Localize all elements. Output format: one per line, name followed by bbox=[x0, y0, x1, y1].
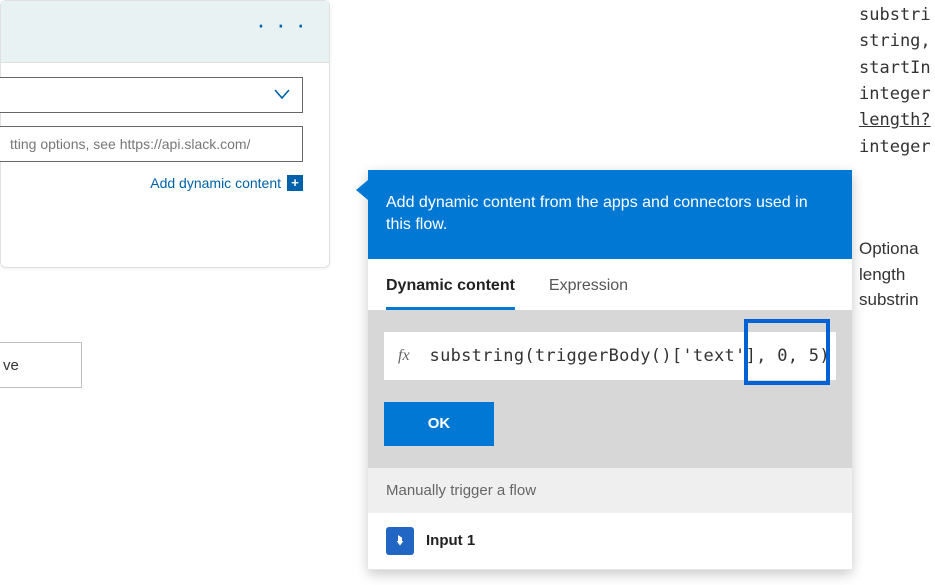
content-item[interactable]: Input 1 bbox=[368, 513, 852, 570]
flyout-caret-icon bbox=[356, 180, 368, 200]
tooltip-line: startIn bbox=[859, 55, 935, 81]
expression-text: substring(triggerBody()['text'], 0, 5) bbox=[430, 346, 830, 366]
save-button[interactable]: ve bbox=[0, 342, 82, 388]
parse-options-dropdown[interactable] bbox=[0, 77, 303, 113]
plus-icon: + bbox=[287, 175, 303, 191]
tooltip-desc-line: substrin bbox=[859, 287, 935, 313]
expression-area: fx substring(triggerBody()['text'], 0, 5… bbox=[368, 310, 852, 468]
pointer-icon bbox=[386, 527, 414, 555]
content-item-label: Input 1 bbox=[426, 532, 475, 549]
ok-button[interactable]: OK bbox=[384, 402, 494, 446]
tooltip-line: integer bbox=[859, 134, 935, 160]
add-dynamic-content-link[interactable]: Add dynamic content + bbox=[150, 175, 303, 191]
add-dynamic-content-label: Add dynamic content bbox=[150, 175, 281, 191]
tooltip-desc-line: Optiona bbox=[859, 236, 935, 262]
tab-expression[interactable]: Expression bbox=[549, 277, 628, 307]
card-header: · · · bbox=[1, 1, 329, 63]
tooltip-desc-line: length bbox=[859, 262, 935, 288]
tooltip-line: string, bbox=[859, 28, 935, 54]
formatting-help-textbox[interactable]: tting options, see https://api.slack.com… bbox=[0, 126, 303, 162]
fx-icon: fx bbox=[398, 347, 410, 365]
dynamic-content-flyout: Add dynamic content from the apps and co… bbox=[368, 170, 852, 570]
flyout-banner: Add dynamic content from the apps and co… bbox=[368, 170, 852, 259]
parameter-tooltip: substri string, startIn integer length? … bbox=[859, 2, 935, 160]
more-icon[interactable]: · · · bbox=[257, 19, 307, 29]
content-group-header: Manually trigger a flow bbox=[368, 468, 852, 513]
textbox-placeholder: tting options, see https://api.slack.com… bbox=[10, 136, 250, 152]
tooltip-line: substri bbox=[859, 2, 935, 28]
tooltip-line: integer bbox=[859, 81, 935, 107]
parameter-tooltip-desc: Optiona length substrin bbox=[859, 236, 935, 313]
flyout-tabs: Dynamic content Expression bbox=[368, 259, 852, 310]
tooltip-line: length? bbox=[859, 107, 935, 133]
tab-dynamic-content[interactable]: Dynamic content bbox=[386, 277, 515, 310]
expression-input[interactable]: fx substring(triggerBody()['text'], 0, 5… bbox=[384, 332, 836, 380]
action-card: · · · tting options, see https://api.sla… bbox=[0, 0, 330, 268]
chevron-down-icon bbox=[272, 84, 292, 107]
